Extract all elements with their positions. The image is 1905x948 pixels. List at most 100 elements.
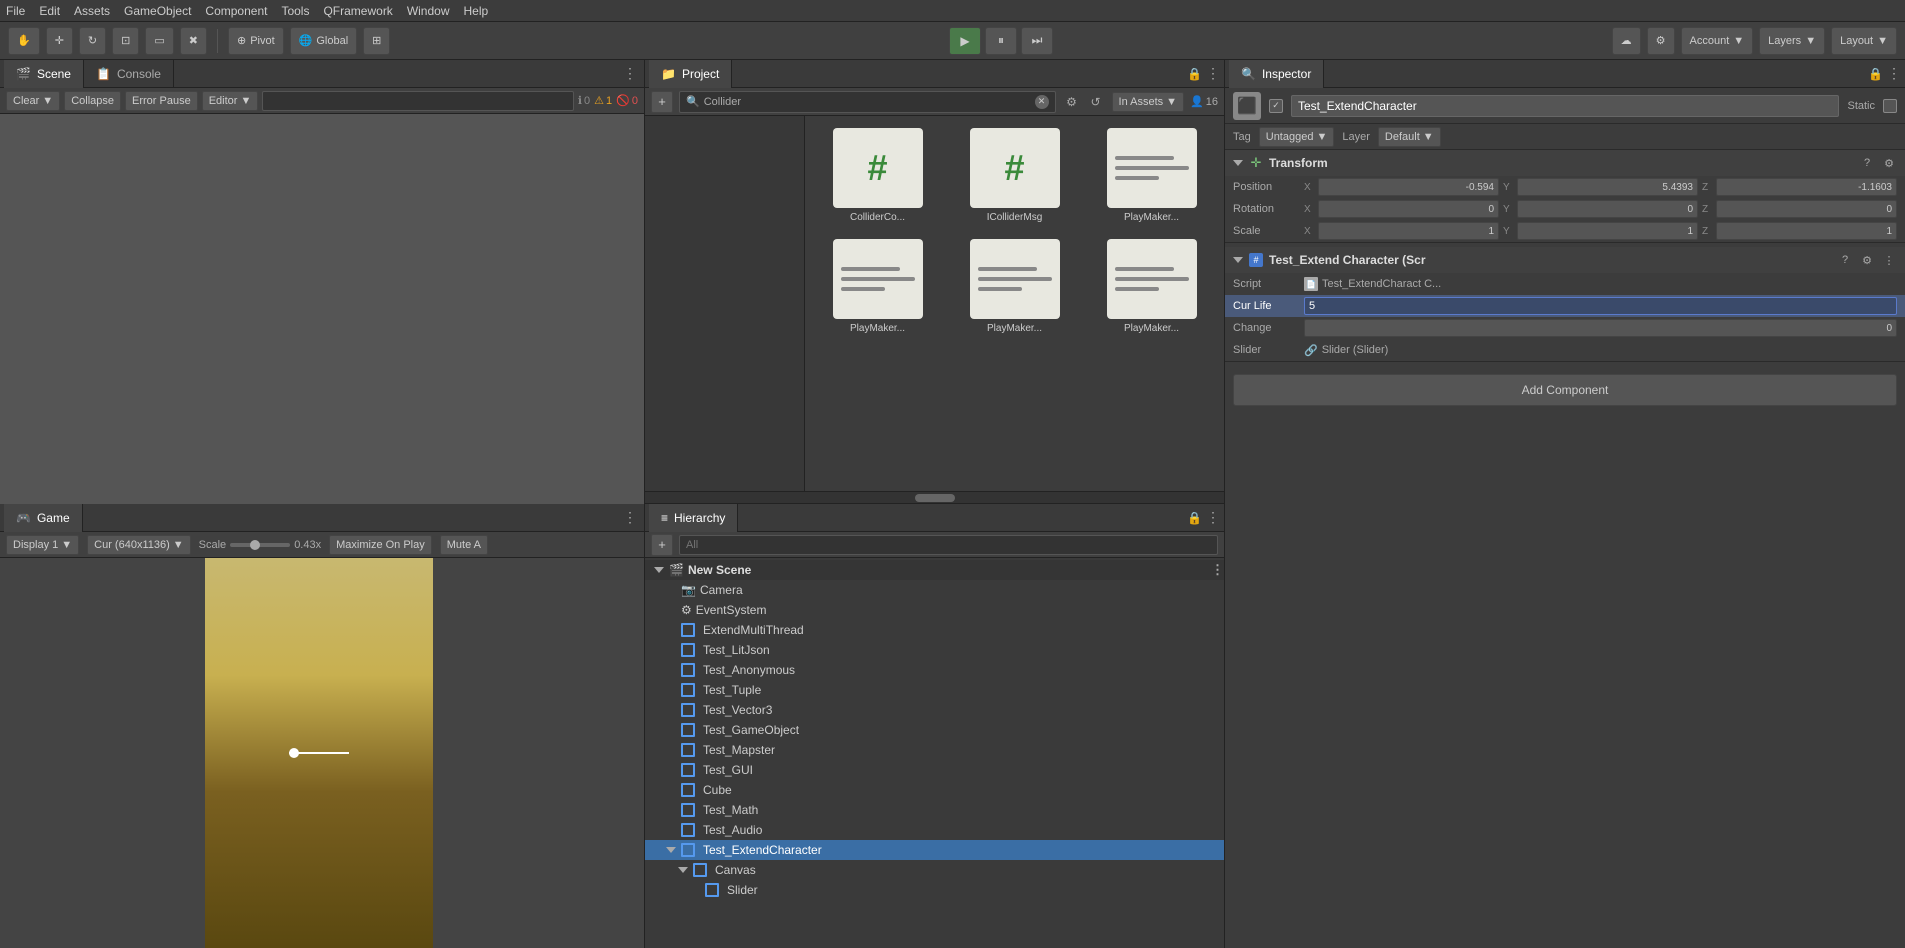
collab-btn[interactable]: ☁ <box>1612 27 1641 55</box>
hierarchy-item-test-anonymous[interactable]: Test_Anonymous <box>645 660 1224 680</box>
filter-btn[interactable]: ⚙ <box>1062 92 1082 112</box>
project-tab[interactable]: 📁 Project <box>649 60 732 88</box>
script-more-icon[interactable]: ⋮ <box>1881 252 1897 268</box>
rect-tool-btn[interactable]: ▭ <box>145 27 173 55</box>
game-tab[interactable]: 🎮 Game <box>4 504 83 532</box>
hierarchy-item-canvas[interactable]: Canvas <box>645 860 1224 880</box>
scene-tab[interactable]: 🎬 Scene <box>4 60 84 88</box>
change-input[interactable] <box>1304 319 1897 337</box>
hierarchy-item-test-tuple[interactable]: Test_Tuple <box>645 680 1224 700</box>
hierarchy-item-camera[interactable]: 📷 Camera <box>645 580 1224 600</box>
pause-btn[interactable]: ⏸ <box>985 27 1017 55</box>
static-checkbox[interactable] <box>1883 99 1897 113</box>
in-assets-btn[interactable]: In Assets ▼ <box>1112 92 1185 112</box>
asset-item-1[interactable]: # IColliderMsg <box>950 124 1079 227</box>
lock-icon[interactable]: 🔒 <box>1187 67 1202 81</box>
menu-edit[interactable]: Edit <box>39 4 60 18</box>
hierarchy-tab[interactable]: ≡ Hierarchy <box>649 504 738 532</box>
pivot-btn[interactable]: ⊕ Pivot <box>228 27 284 55</box>
script-settings-icon[interactable]: ⚙ <box>1859 252 1875 268</box>
add-component-btn[interactable]: Add Component <box>1233 374 1897 406</box>
hierarchy-search-input[interactable] <box>679 535 1218 555</box>
inspector-more-icon[interactable]: ⋮ <box>1887 65 1901 82</box>
maximize-btn[interactable]: Maximize On Play <box>329 535 432 555</box>
scale-x-input[interactable] <box>1318 222 1499 240</box>
script-help-icon[interactable]: ? <box>1837 252 1853 268</box>
pos-z-input[interactable] <box>1716 178 1897 196</box>
hierarchy-item-eventsystem[interactable]: ⚙ EventSystem <box>645 600 1224 620</box>
hierarchy-item-test-gameobject[interactable]: Test_GameObject <box>645 720 1224 740</box>
collapse-btn[interactable]: Collapse <box>64 91 121 111</box>
scale-z-input[interactable] <box>1716 222 1897 240</box>
hierarchy-scene-root[interactable]: 🎬 New Scene ⋮ <box>645 560 1224 580</box>
asset-item-3[interactable]: PlayMaker... <box>813 235 942 338</box>
scale-y-input[interactable] <box>1517 222 1698 240</box>
object-active-checkbox[interactable] <box>1269 99 1283 113</box>
account-dropdown[interactable]: Account ▼ <box>1681 27 1754 55</box>
layers-dropdown[interactable]: Layers ▼ <box>1759 27 1825 55</box>
step-btn[interactable]: ⏭ <box>1021 27 1053 55</box>
cur-life-input[interactable] <box>1304 297 1897 315</box>
search-close-btn[interactable]: ✕ <box>1035 95 1049 109</box>
hierarchy-item-test-extendcharacter[interactable]: Test_ExtendCharacter <box>645 840 1224 860</box>
resolution-dropdown[interactable]: Cur (640x1136) ▼ <box>87 535 191 555</box>
script-component-header[interactable]: # Test_Extend Character (Scr ? ⚙ ⋮ <box>1225 247 1905 273</box>
object-name-input[interactable] <box>1291 95 1839 117</box>
search-clear-icon[interactable]: ✕ <box>1035 95 1049 109</box>
rot-x-input[interactable] <box>1318 200 1499 218</box>
hierarchy-item-extendmultithread[interactable]: ExtendMultiThread <box>645 620 1224 640</box>
menu-file[interactable]: File <box>6 4 25 18</box>
display-dropdown[interactable]: Display 1 ▼ <box>6 535 79 555</box>
add-gameobject-btn[interactable]: + <box>651 534 673 556</box>
error-pause-btn[interactable]: Error Pause <box>125 91 198 111</box>
menu-help[interactable]: Help <box>464 4 489 18</box>
inspector-tab[interactable]: 🔍 Inspector <box>1229 60 1324 88</box>
mute-btn[interactable]: Mute A <box>440 535 488 555</box>
hierarchy-more-icon[interactable]: ⋮ <box>1206 509 1220 526</box>
transform-header[interactable]: ✛ Transform ? ⚙ <box>1225 150 1905 176</box>
asset-item-2[interactable]: PlayMaker... <box>1087 124 1216 227</box>
add-asset-btn[interactable]: + <box>651 91 673 113</box>
cloud-btn[interactable]: ⚙ <box>1647 27 1675 55</box>
menu-gameobject[interactable]: GameObject <box>124 4 191 18</box>
menu-assets[interactable]: Assets <box>74 4 110 18</box>
hierarchy-item-test-litjson[interactable]: Test_LitJson <box>645 640 1224 660</box>
search-recurse-btn[interactable]: ↺ <box>1086 92 1106 112</box>
project-more-icon[interactable]: ⋮ <box>1206 65 1220 82</box>
hierarchy-item-cube[interactable]: Cube <box>645 780 1224 800</box>
clear-btn[interactable]: Clear ▼ <box>6 91 60 111</box>
console-tab[interactable]: 📋 Console <box>84 60 174 88</box>
menu-component[interactable]: Component <box>205 4 267 18</box>
tag-dropdown[interactable]: Untagged ▼ <box>1259 127 1335 147</box>
snap-btn[interactable]: ⊞ <box>363 27 390 55</box>
layer-dropdown[interactable]: Default ▼ <box>1378 127 1441 147</box>
play-btn[interactable]: ▶ <box>949 27 981 55</box>
rotate-tool-btn[interactable]: ↻ <box>79 27 106 55</box>
scale-tool-btn[interactable]: ⊡ <box>112 27 139 55</box>
hierarchy-item-test-gui[interactable]: Test_GUI <box>645 760 1224 780</box>
scene-more-btn[interactable]: ⋮ <box>1211 562 1224 578</box>
hierarchy-item-test-math[interactable]: Test_Math <box>645 800 1224 820</box>
transform-help-icon[interactable]: ? <box>1859 155 1875 171</box>
hierarchy-item-test-mapster[interactable]: Test_Mapster <box>645 740 1224 760</box>
scene-more-icon[interactable]: ⋮ <box>620 64 640 84</box>
hierarchy-lock-icon[interactable]: 🔒 <box>1187 511 1202 525</box>
hierarchy-item-test-vector3[interactable]: Test_Vector3 <box>645 700 1224 720</box>
project-scrollbar[interactable] <box>645 491 1224 503</box>
scene-search-input[interactable] <box>262 91 574 111</box>
global-btn[interactable]: 🌐 Global <box>290 27 358 55</box>
editor-btn[interactable]: Editor ▼ <box>202 91 259 111</box>
transform-settings-icon[interactable]: ⚙ <box>1881 155 1897 171</box>
menu-tools[interactable]: Tools <box>281 4 309 18</box>
menu-qframework[interactable]: QFramework <box>323 4 392 18</box>
pos-x-input[interactable] <box>1318 178 1499 196</box>
inspector-lock-icon[interactable]: 🔒 <box>1868 67 1883 81</box>
pos-y-input[interactable] <box>1517 178 1698 196</box>
transform-tool-btn[interactable]: ✖ <box>180 27 207 55</box>
rot-y-input[interactable] <box>1517 200 1698 218</box>
asset-item-4[interactable]: PlayMaker... <box>950 235 1079 338</box>
layout-dropdown[interactable]: Layout ▼ <box>1831 27 1897 55</box>
rot-z-input[interactable] <box>1716 200 1897 218</box>
menu-window[interactable]: Window <box>407 4 450 18</box>
hierarchy-item-test-audio[interactable]: Test_Audio <box>645 820 1224 840</box>
